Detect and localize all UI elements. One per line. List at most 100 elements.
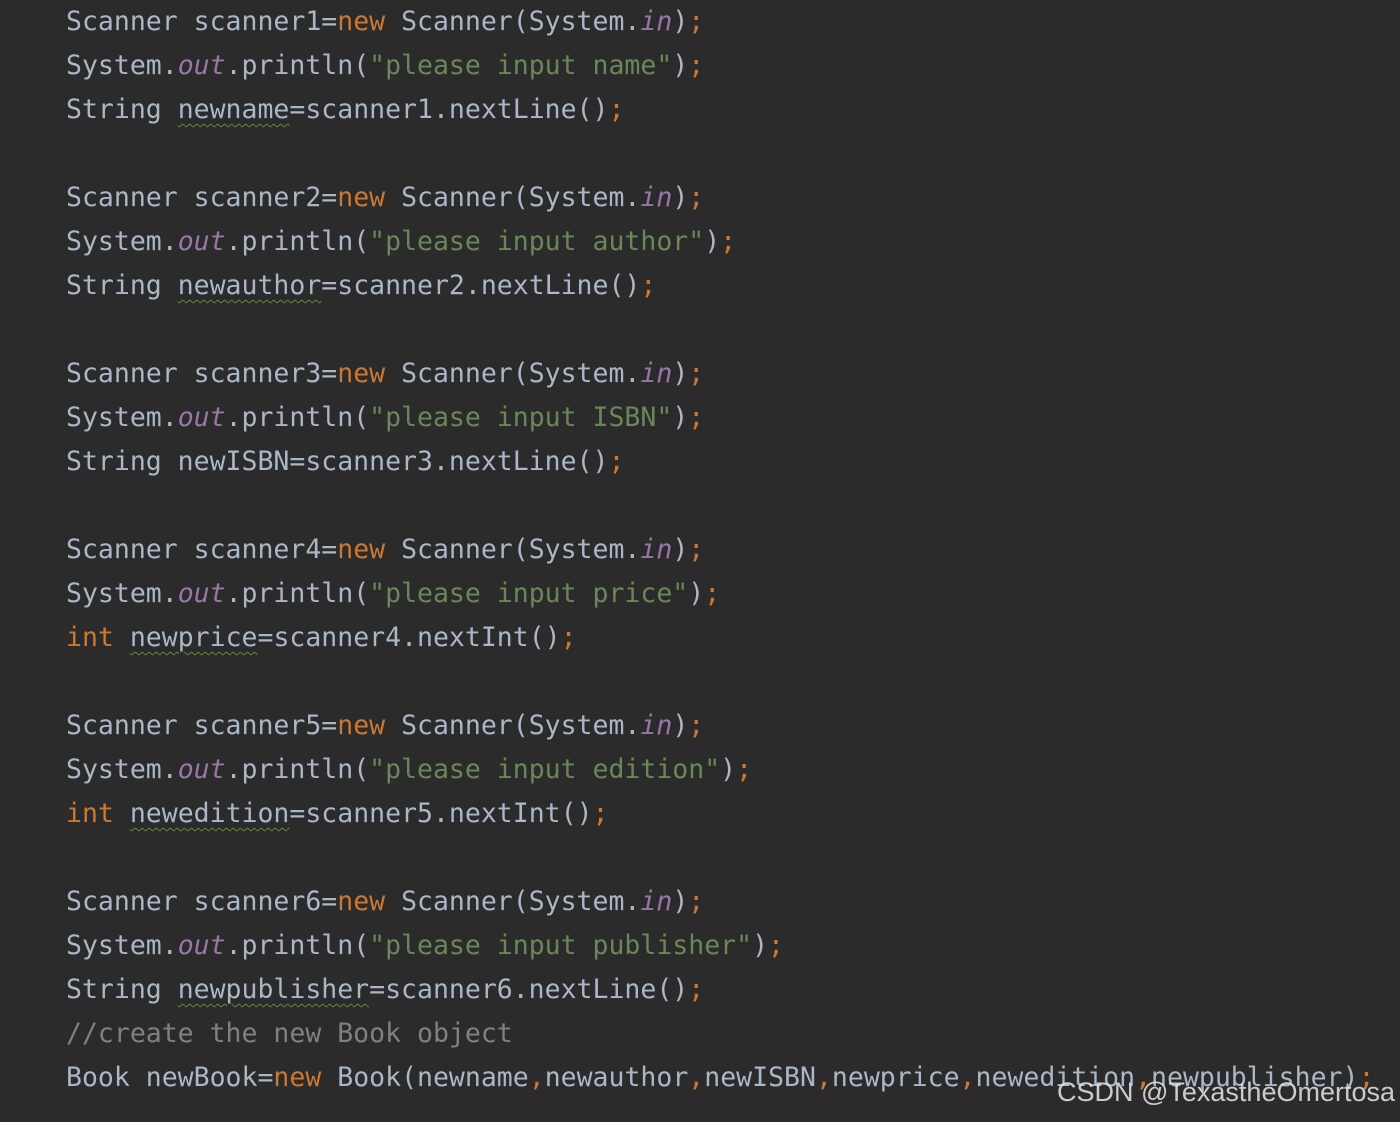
code-token: =scanner4.nextInt() [257, 622, 561, 653]
code-token: ) [672, 6, 689, 37]
code-line[interactable]: Scanner scanner2=new Scanner(System.in); [66, 176, 1374, 220]
punctuation-token: ; [688, 50, 705, 81]
code-token: String newISBN=scanner3.nextLine() [66, 446, 609, 477]
keyword-token: new [337, 886, 386, 917]
code-token: newprice [831, 1062, 960, 1093]
code-line[interactable]: Scanner scanner6=new Scanner(System.in); [66, 880, 1374, 924]
code-token: =scanner6.nextLine() [369, 974, 689, 1005]
punctuation-token: ; [688, 358, 705, 389]
static-field-token: in [640, 358, 673, 389]
code-editor[interactable]: Scanner scanner1=new Scanner(System.in);… [0, 0, 1400, 1122]
code-token: Scanner(System. [385, 182, 641, 213]
blank-line[interactable] [66, 308, 1374, 352]
blank-line[interactable] [66, 660, 1374, 704]
code-line[interactable]: System.out.println("please input edition… [66, 748, 1374, 792]
punctuation-token: , [688, 1062, 705, 1093]
code-line[interactable]: int newprice=scanner4.nextInt(); [66, 616, 1374, 660]
code-token: Scanner(System. [385, 358, 641, 389]
code-token: ) [672, 534, 689, 565]
code-token: Book(newname [321, 1062, 529, 1093]
punctuation-token: , [959, 1062, 976, 1093]
static-field-token: out [177, 402, 226, 433]
static-field-token: in [640, 182, 673, 213]
code-token: .println( [225, 50, 370, 81]
punctuation-token: ; [736, 754, 753, 785]
code-line[interactable]: String newISBN=scanner3.nextLine(); [66, 440, 1374, 484]
code-token: newISBN [704, 1062, 816, 1093]
keyword-token: int [66, 622, 114, 653]
static-field-token: in [640, 534, 673, 565]
punctuation-token: ; [688, 182, 705, 213]
punctuation-token: ; [560, 622, 577, 653]
code-token: Scanner scanner2= [66, 182, 338, 213]
keyword-token: new [337, 6, 386, 37]
code-token: String [66, 270, 178, 301]
code-token: System. [66, 402, 178, 433]
code-token: System. [66, 50, 178, 81]
code-token: String [66, 974, 178, 1005]
keyword-token: int [66, 798, 114, 829]
code-token: ) [720, 754, 737, 785]
code-token: Scanner(System. [385, 710, 641, 741]
code-token: ) [672, 50, 689, 81]
code-line[interactable]: String newauthor=scanner2.nextLine(); [66, 264, 1374, 308]
punctuation-token: , [815, 1062, 832, 1093]
blank-line[interactable] [66, 132, 1374, 176]
code-line[interactable]: System.out.println("please input name"); [66, 44, 1374, 88]
code-token: String [66, 94, 178, 125]
code-token: Book newBook= [66, 1062, 274, 1093]
punctuation-token: ; [768, 930, 784, 961]
code-token: System. [66, 226, 178, 257]
code-token: ) [672, 886, 689, 917]
code-line[interactable]: String newname=scanner1.nextLine(); [66, 88, 1374, 132]
blank-line[interactable] [66, 836, 1374, 880]
comment-token: //create the new Book object [66, 1018, 513, 1049]
punctuation-token: ; [688, 6, 705, 37]
code-line[interactable]: String newpublisher=scanner6.nextLine(); [66, 968, 1374, 1012]
unused-variable-token: newprice [129, 622, 258, 653]
code-token: Scanner(System. [385, 886, 641, 917]
string-literal-token: "please input ISBN" [369, 402, 673, 433]
unused-variable-token: newname [177, 94, 290, 125]
blank-line[interactable] [66, 484, 1374, 528]
code-line[interactable]: int newedition=scanner5.nextInt(); [66, 792, 1374, 836]
static-field-token: out [177, 50, 226, 81]
static-field-token: in [640, 710, 673, 741]
code-token: ) [672, 358, 689, 389]
code-token: =scanner5.nextInt() [289, 798, 593, 829]
static-field-token: out [177, 930, 226, 961]
punctuation-token: ; [688, 710, 705, 741]
code-line[interactable]: Scanner scanner3=new Scanner(System.in); [66, 352, 1374, 396]
keyword-token: new [337, 358, 386, 389]
code-line[interactable]: //create the new Book object [66, 1012, 1374, 1056]
code-token: ) [752, 930, 769, 961]
punctuation-token: ; [688, 886, 705, 917]
code-token: .println( [225, 226, 370, 257]
code-token: System. [66, 930, 178, 961]
punctuation-token: ; [688, 534, 705, 565]
string-literal-token: "please input price" [369, 578, 689, 609]
static-field-token: out [177, 754, 226, 785]
code-line[interactable]: Scanner scanner5=new Scanner(System.in); [66, 704, 1374, 748]
keyword-token: new [273, 1062, 322, 1093]
code-token: Scanner scanner1= [66, 6, 338, 37]
string-literal-token: "please input name" [369, 50, 673, 81]
static-field-token: out [177, 226, 226, 257]
code-lines[interactable]: Scanner scanner1=new Scanner(System.in);… [66, 0, 1374, 1100]
code-token: Scanner scanner3= [66, 358, 338, 389]
code-token: .println( [225, 402, 370, 433]
code-token: =scanner2.nextLine() [321, 270, 641, 301]
code-token: ) [672, 402, 689, 433]
csdn-watermark: CSDN @TexastheOmertosa [1056, 1077, 1395, 1107]
code-line[interactable]: System.out.println("please input ISBN"); [66, 396, 1374, 440]
punctuation-token: ; [688, 974, 705, 1005]
static-field-token: in [640, 6, 673, 37]
punctuation-token: , [528, 1062, 545, 1093]
code-line[interactable]: Scanner scanner1=new Scanner(System.in); [66, 0, 1374, 44]
code-line[interactable]: Scanner scanner4=new Scanner(System.in); [66, 528, 1374, 572]
code-line[interactable]: System.out.println("please input price")… [66, 572, 1374, 616]
punctuation-token: ; [592, 798, 609, 829]
code-line[interactable]: System.out.println("please input author"… [66, 220, 1374, 264]
code-line[interactable]: System.out.println("please input publish… [66, 924, 1374, 968]
